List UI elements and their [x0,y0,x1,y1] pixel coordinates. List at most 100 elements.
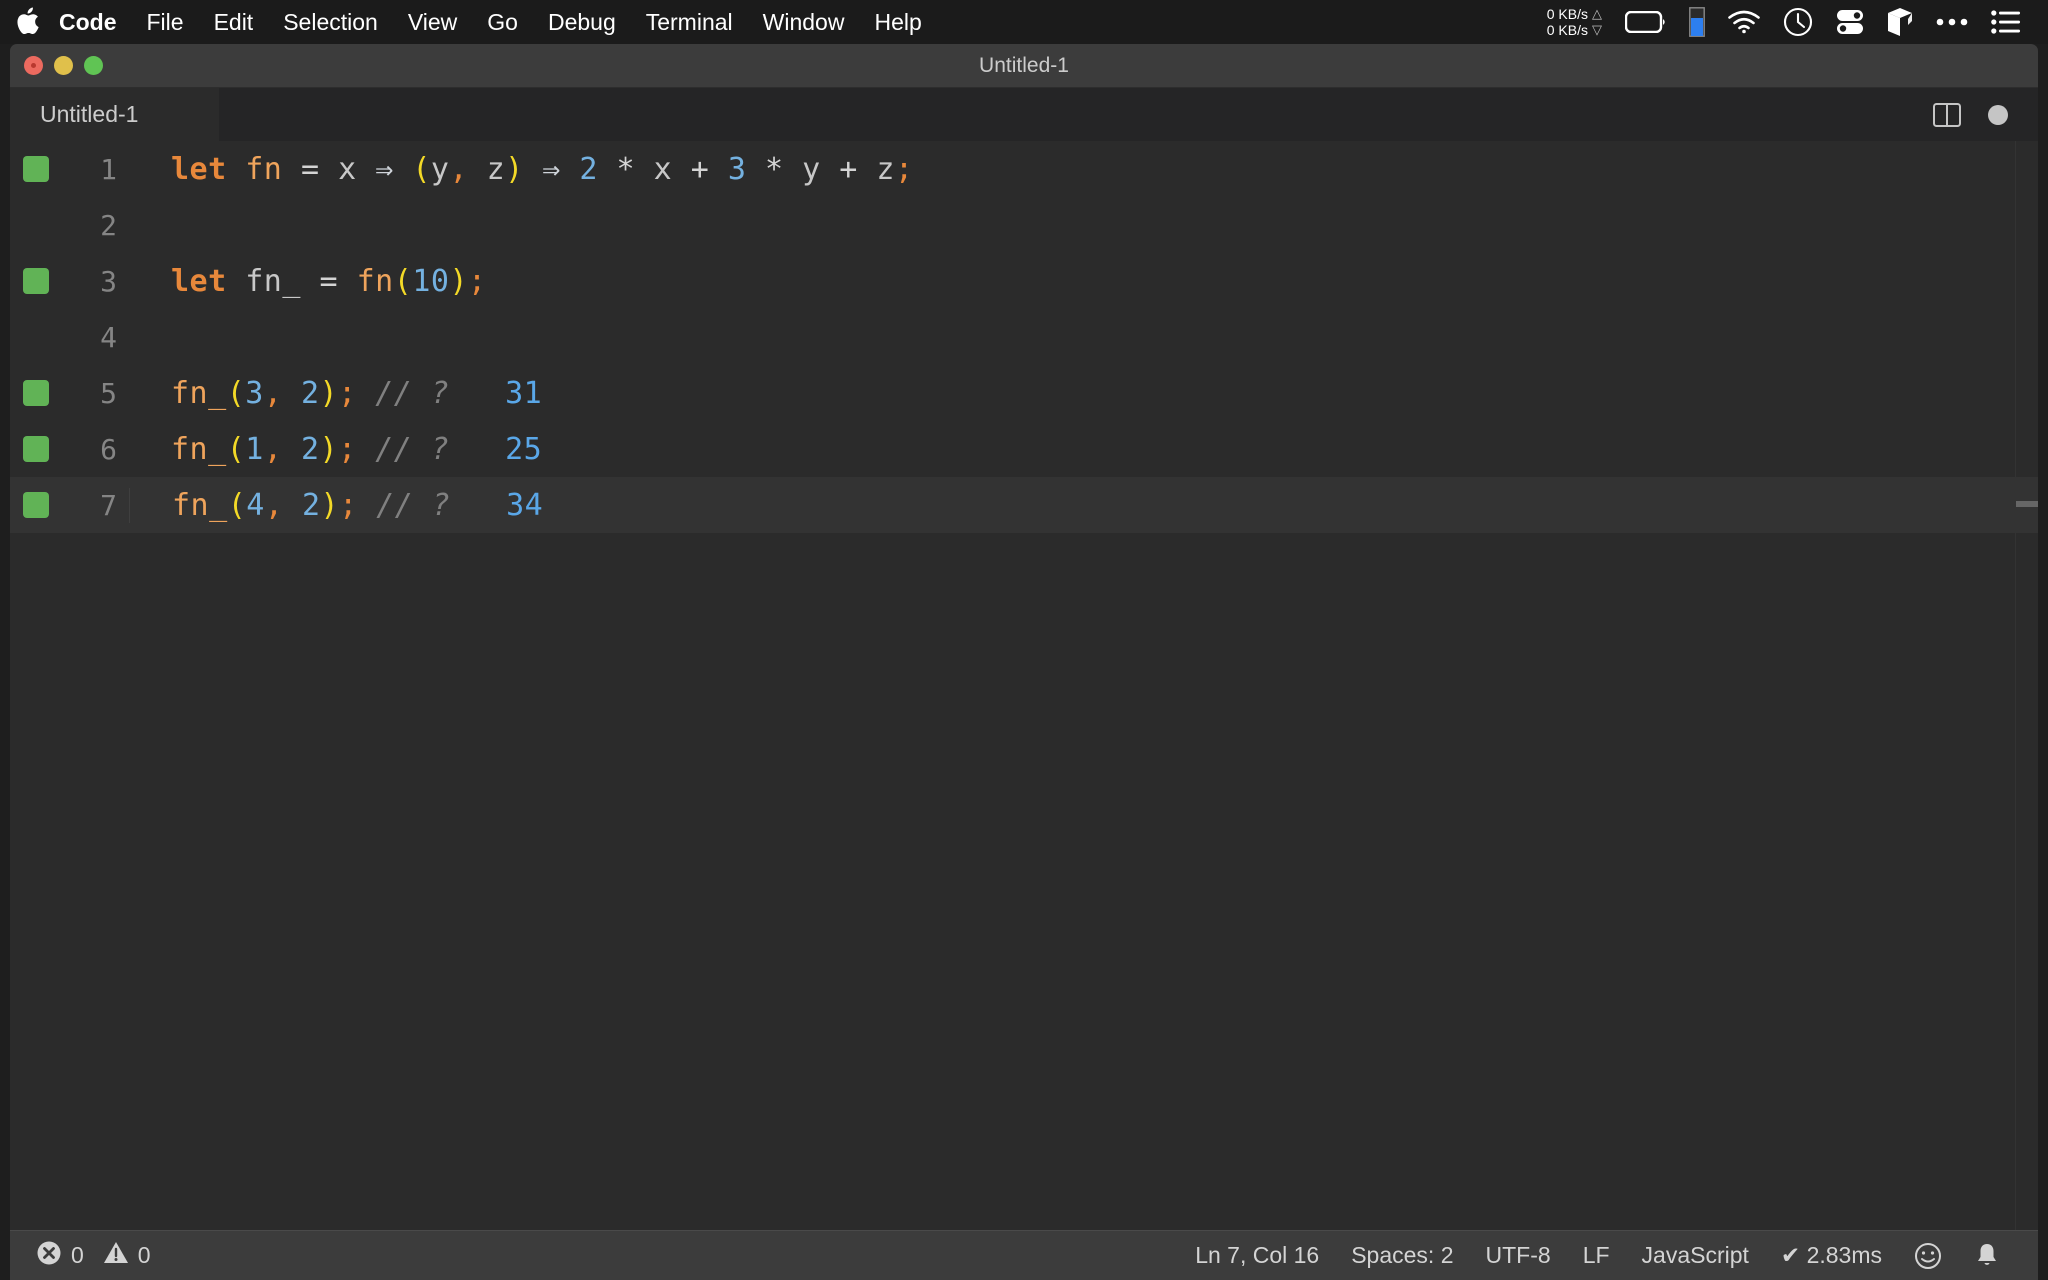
warning-icon [103,1240,129,1272]
code-token: // ? [376,487,451,523]
code-token: fn_ [245,263,301,299]
line-content[interactable]: fn_(3, 2); // ? 31 [129,376,542,411]
cube-icon[interactable] [1887,0,1913,44]
language-mode-item[interactable]: JavaScript [1626,1242,1765,1269]
network-download-speed: 0 KB/s [1546,22,1588,38]
menu-item-debug[interactable]: Debug [533,0,631,44]
code-editor[interactable]: 1 let fn = x ⇒ (y, z) ⇒ 2 * x + 3 * y + z… [10,141,2038,1230]
menu-item-code[interactable]: Code [44,0,132,44]
menu-item-file[interactable]: File [132,0,199,44]
tab-untitled-1[interactable]: Untitled-1 [10,88,220,141]
bell-icon[interactable] [1958,1242,2016,1270]
code-token: ) [319,431,339,467]
line-content[interactable]: fn_(4, 2); // ? 34 [129,487,543,523]
quokka-execution-marker[interactable] [23,492,49,518]
eol-item[interactable]: LF [1567,1242,1626,1269]
line-number: 6 [100,432,117,466]
code-token: * [765,151,784,187]
unsaved-dot-icon[interactable] [1988,104,2008,125]
tab-label: Untitled-1 [40,101,139,127]
line-number: 2 [100,208,117,242]
close-button[interactable] [24,56,43,75]
run-time-item[interactable]: ✔ 2.83ms [1765,1242,1898,1269]
quokka-execution-marker[interactable] [23,436,49,462]
code-token: = [300,151,320,187]
window-titlebar: Untitled-1 [10,44,2038,88]
code-token: 2 [300,375,320,411]
menubar-left-group: Code File Edit Selection View Go Debug T… [0,0,937,44]
toggles-icon[interactable] [1835,0,1865,44]
code-token: ) [319,375,339,411]
quokka-execution-marker[interactable] [23,268,49,294]
code-line[interactable]: 6 fn_(1, 2); // ? 25 [10,421,2038,477]
indentation-item[interactable]: Spaces: 2 [1335,1242,1469,1269]
ellipsis-icon[interactable] [1935,0,1969,44]
code-line[interactable]: 4 [10,309,2038,365]
code-token: + [690,151,710,187]
code-token: 1 [245,431,264,467]
scrollbar-edge [2015,141,2016,1230]
quokka-execution-marker[interactable] [23,380,49,406]
line-number: 1 [100,152,117,186]
menu-item-terminal[interactable]: Terminal [631,0,748,44]
line-content[interactable]: let fn_ = fn(10); [129,264,487,299]
menu-item-go[interactable]: Go [472,0,533,44]
code-token: ⇒ [375,151,394,187]
minimize-button[interactable] [54,56,73,75]
code-token: y [430,151,450,187]
code-token: ( [227,487,247,523]
code-line[interactable]: 1 let fn = x ⇒ (y, z) ⇒ 2 * x + 3 * y + z… [10,141,2038,197]
battery-icon[interactable] [1625,0,1667,44]
network-speed-indicator[interactable]: 0 KB/s 0 KB/s △ ▽ [1547,6,1602,38]
network-upload-speed: 0 KB/s [1546,6,1588,22]
clock-icon[interactable] [1783,0,1813,44]
smiley-icon[interactable] [1898,1242,1958,1270]
code-token: fn_ [171,375,227,411]
code-token: fn_ [171,431,227,467]
wifi-icon[interactable] [1727,0,1761,44]
tabbar-actions [1932,88,2038,141]
maximize-button[interactable] [84,56,103,75]
code-token: 31 [505,375,543,411]
code-line[interactable]: 3 let fn_ = fn(10); [10,253,2038,309]
code-line[interactable]: 7 fn_(4, 2); // ? 34 [10,477,2038,533]
status-bar: 0 0 Ln 7, Col 16 Spaces: 2 UTF-8 LF Java… [10,1230,2038,1280]
menu-item-window[interactable]: Window [748,0,860,44]
line-content[interactable]: fn_(1, 2); // ? 25 [129,432,542,467]
code-token: 2 [579,151,598,187]
list-menu-icon[interactable] [1991,0,2021,44]
cursor-position-item[interactable]: Ln 7, Col 16 [1179,1242,1335,1269]
code-line[interactable]: 2 [10,197,2038,253]
code-line[interactable]: 5 fn_(3, 2); // ? 31 [10,365,2038,421]
problems-indicator[interactable]: 0 0 [36,1240,161,1272]
encoding-item[interactable]: UTF-8 [1470,1242,1567,1269]
menu-item-view[interactable]: View [393,0,472,44]
code-token: let [171,151,227,187]
code-token: let [171,263,227,299]
scrollbar-thumb[interactable] [2016,501,2038,507]
menu-item-help[interactable]: Help [859,0,936,44]
quokka-execution-marker[interactable] [23,156,49,182]
apple-logo-icon[interactable] [0,0,44,44]
line-number: 4 [100,320,117,354]
code-token: x [653,151,673,187]
code-token: , [263,375,283,411]
gutter-spacer [23,212,49,238]
vertical-scrollbar[interactable] [2015,141,2038,1230]
menu-item-selection[interactable]: Selection [268,0,393,44]
code-token: ; [339,487,358,523]
split-editor-icon[interactable] [1932,100,1962,130]
code-token: // ? [375,375,450,411]
line-content[interactable]: let fn = x ⇒ (y, z) ⇒ 2 * x + 3 * y + z; [129,152,914,187]
code-token: 2 [300,431,320,467]
blue-bar-indicator-icon[interactable] [1689,0,1705,44]
menu-item-edit[interactable]: Edit [199,0,269,44]
